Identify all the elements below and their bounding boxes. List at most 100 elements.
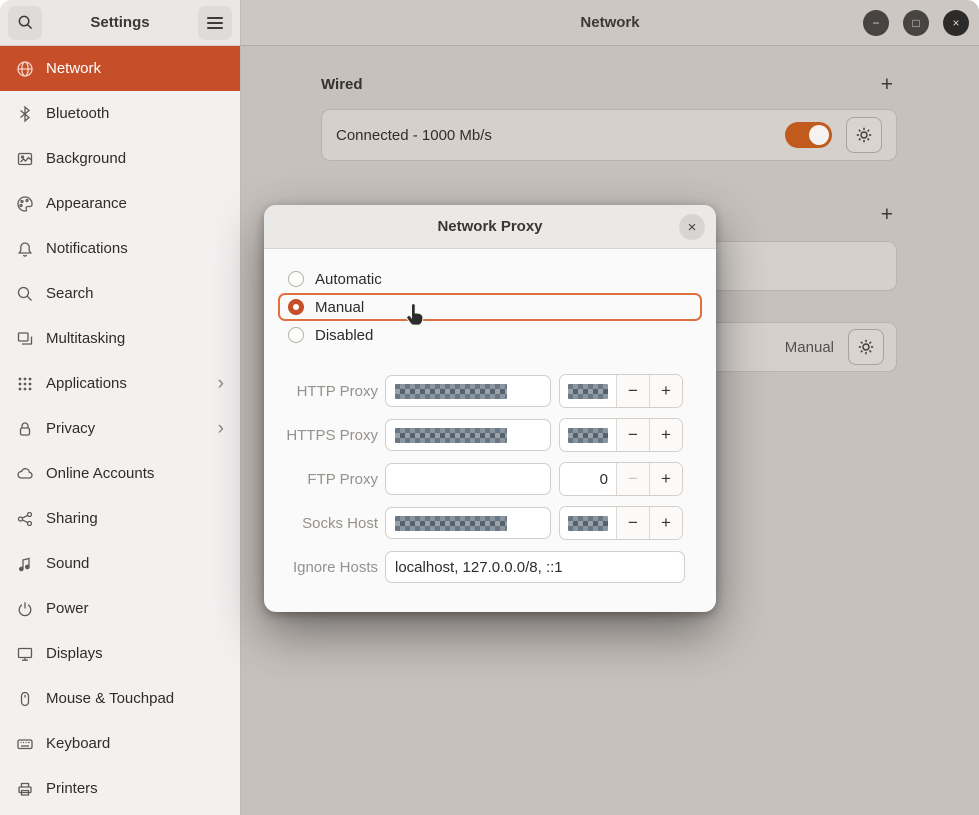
option-automatic[interactable]: Automatic <box>278 265 702 293</box>
close-icon: × <box>952 17 959 29</box>
windows-icon <box>16 330 34 348</box>
radio-icon <box>288 271 304 287</box>
decrement-button[interactable]: − <box>616 463 649 495</box>
add-vpn-button[interactable]: + <box>877 204 897 225</box>
sidebar-item-sound[interactable]: Sound <box>0 541 240 586</box>
socks-port-spinner: − + <box>559 506 683 540</box>
sidebar-item-mouse-touchpad[interactable]: Mouse & Touchpad <box>0 676 240 721</box>
printer-icon <box>16 780 34 798</box>
increment-button[interactable]: + <box>649 507 682 539</box>
sidebar-item-privacy[interactable]: Privacy › <box>0 406 240 451</box>
gear-icon <box>855 126 873 144</box>
option-manual[interactable]: Manual <box>278 293 702 321</box>
sidebar-item-label: Printers <box>46 780 98 797</box>
sidebar-item-online-accounts[interactable]: Online Accounts <box>0 451 240 496</box>
dialog-close-button[interactable]: × <box>679 214 705 240</box>
sidebar-item-power[interactable]: Power <box>0 586 240 631</box>
sidebar-item-label: Notifications <box>46 240 128 257</box>
sidebar-item-appearance[interactable]: Appearance <box>0 181 240 226</box>
power-icon <box>16 600 34 618</box>
search-button[interactable] <box>8 6 42 40</box>
redacted-value <box>568 428 608 443</box>
increment-button[interactable]: + <box>649 463 682 495</box>
wired-connection-row[interactable]: Connected - 1000 Mb/s <box>321 109 897 161</box>
chevron-right-icon: › <box>218 374 224 393</box>
network-proxy-dialog: Network Proxy × Automatic Manual Disable… <box>264 205 716 612</box>
close-button[interactable]: × <box>943 10 969 36</box>
sidebar-item-label: Multitasking <box>46 330 125 347</box>
keyboard-icon <box>16 735 34 753</box>
mouse-icon <box>16 690 34 708</box>
app-title: Settings <box>48 14 192 31</box>
sidebar-item-keyboard[interactable]: Keyboard <box>0 721 240 766</box>
sidebar-item-label: Network <box>46 60 101 77</box>
http-proxy-host-input[interactable] <box>385 375 551 407</box>
dialog-title: Network Proxy <box>437 218 542 235</box>
proxy-fields: HTTP Proxy − + HTTPS Proxy − + FTP Pro <box>264 374 716 584</box>
window-controls: − □ × <box>863 10 969 36</box>
ignore-hosts-label: Ignore Hosts <box>264 559 378 576</box>
toggle-knob <box>809 125 829 145</box>
proxy-mode-value: Manual <box>785 339 834 356</box>
maximize-button[interactable]: □ <box>903 10 929 36</box>
sidebar-item-network[interactable]: Network <box>0 46 240 91</box>
socks-port-value[interactable] <box>560 507 616 539</box>
proxy-settings-button[interactable] <box>848 329 884 365</box>
redacted-value <box>395 516 507 531</box>
sidebar-item-printers[interactable]: Printers <box>0 766 240 811</box>
main-headerbar: Network − □ × <box>241 0 979 46</box>
sidebar-item-label: Sharing <box>46 510 98 527</box>
sidebar-item-applications[interactable]: Applications › <box>0 361 240 406</box>
dialog-headerbar: Network Proxy × <box>264 205 716 249</box>
sidebar-item-sharing[interactable]: Sharing <box>0 496 240 541</box>
wired-toggle[interactable] <box>785 122 832 148</box>
search-icon <box>17 14 34 31</box>
increment-button[interactable]: + <box>649 375 682 407</box>
decrement-button[interactable]: − <box>616 375 649 407</box>
close-icon: × <box>688 219 697 236</box>
https-proxy-label: HTTPS Proxy <box>264 427 378 444</box>
redacted-value <box>568 384 608 399</box>
socks-host-input[interactable] <box>385 507 551 539</box>
sidebar-item-label: Displays <box>46 645 103 662</box>
option-disabled[interactable]: Disabled <box>278 321 702 349</box>
bluetooth-icon <box>16 105 34 123</box>
cloud-icon <box>16 465 34 483</box>
ftp-proxy-host-input[interactable] <box>385 463 551 495</box>
https-proxy-port-value[interactable] <box>560 419 616 451</box>
sidebar-item-label: Bluetooth <box>46 105 109 122</box>
ftp-proxy-port-value[interactable]: 0 <box>560 463 616 495</box>
network-icon <box>16 60 34 78</box>
app-grid-icon <box>16 375 34 393</box>
ignore-hosts-input[interactable] <box>385 551 685 583</box>
sidebar-item-multitasking[interactable]: Multitasking <box>0 316 240 361</box>
ftp-proxy-label: FTP Proxy <box>264 471 378 488</box>
ftp-proxy-port-spinner: 0 − + <box>559 462 683 496</box>
magnifier-icon <box>16 285 34 303</box>
decrement-button[interactable]: − <box>616 419 649 451</box>
http-proxy-port-value[interactable] <box>560 375 616 407</box>
https-proxy-host-input[interactable] <box>385 419 551 451</box>
minimize-button[interactable]: − <box>863 10 889 36</box>
radio-selected-icon <box>288 299 304 315</box>
appearance-icon <box>16 195 34 213</box>
add-wired-button[interactable]: + <box>877 74 897 95</box>
sidebar-list: Network Bluetooth Background Appearance … <box>0 46 240 811</box>
hamburger-icon <box>207 17 223 29</box>
wired-settings-button[interactable] <box>846 117 882 153</box>
http-proxy-port-spinner: − + <box>559 374 683 408</box>
http-proxy-label: HTTP Proxy <box>264 383 378 400</box>
sidebar-item-background[interactable]: Background <box>0 136 240 181</box>
sidebar-item-search[interactable]: Search <box>0 271 240 316</box>
socks-host-row: Socks Host − + <box>264 506 716 540</box>
sidebar-item-displays[interactable]: Displays <box>0 631 240 676</box>
sidebar-item-bluetooth[interactable]: Bluetooth <box>0 91 240 136</box>
http-proxy-row: HTTP Proxy − + <box>264 374 716 408</box>
sidebar-item-notifications[interactable]: Notifications <box>0 226 240 271</box>
wired-section-title: Wired <box>321 76 363 93</box>
sidebar-item-label: Privacy <box>46 420 95 437</box>
increment-button[interactable]: + <box>649 419 682 451</box>
decrement-button[interactable]: − <box>616 507 649 539</box>
menu-button[interactable] <box>198 6 232 40</box>
option-label: Manual <box>315 299 364 316</box>
